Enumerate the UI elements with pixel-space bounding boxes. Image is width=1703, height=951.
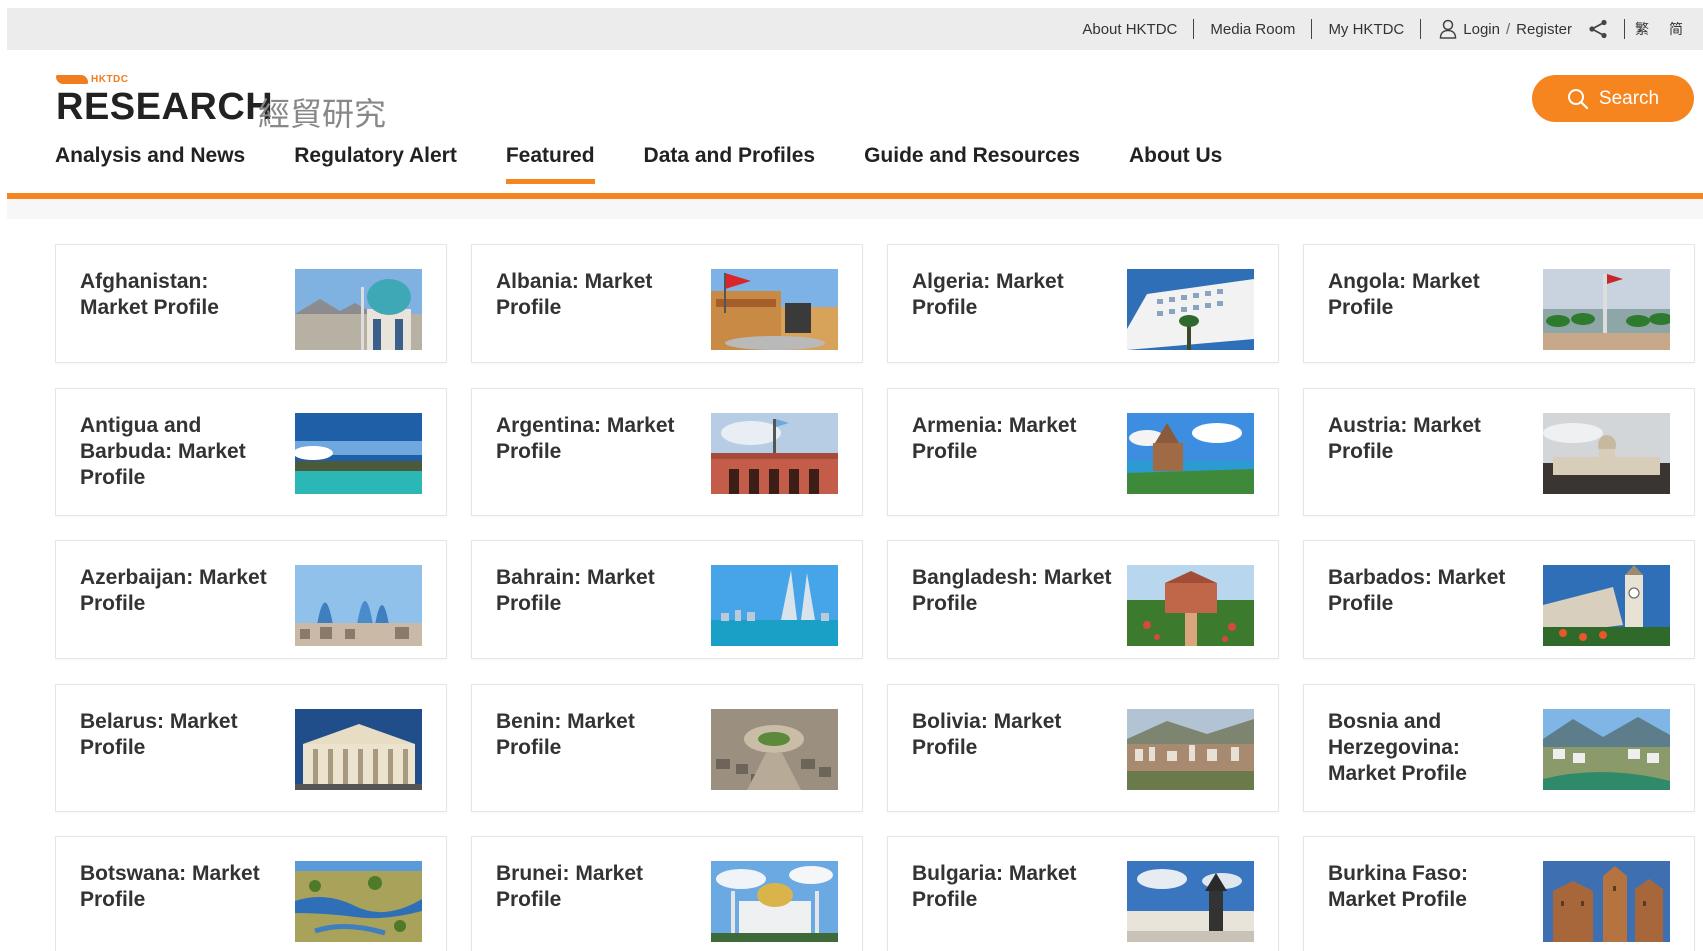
market-profile-card[interactable]: Benin: Market Profile [471, 684, 863, 812]
lang-simplified-chinese[interactable]: 简 [1659, 19, 1693, 39]
market-profile-thumbnail[interactable] [295, 709, 422, 790]
share-button[interactable] [1582, 19, 1624, 39]
media-room-link[interactable]: Media Room [1194, 21, 1311, 38]
hktdc-research-logo[interactable]: HKTDC RESEARCH 經貿研究 [56, 74, 396, 133]
market-profile-title[interactable]: Belarus: Market Profile [80, 709, 280, 761]
market-profile-thumbnail[interactable] [295, 269, 422, 350]
search-label: Search [1598, 87, 1660, 109]
market-profile-card[interactable]: Albania: Market Profile [471, 244, 863, 363]
market-profile-title[interactable]: Austria: Market Profile [1328, 413, 1528, 465]
nav-analysis-and-news[interactable]: Analysis and News [55, 144, 245, 188]
market-profile-thumbnail[interactable] [1127, 709, 1254, 790]
market-profile-thumbnail[interactable] [1127, 413, 1254, 494]
login-separator: / [1505, 20, 1511, 38]
market-profile-thumbnail[interactable] [711, 861, 838, 942]
market-profile-title[interactable]: Bahrain: Market Profile [496, 565, 696, 617]
market-profile-card[interactable]: Burkina Faso: Market Profile [1303, 836, 1695, 951]
market-profile-card[interactable]: Azerbaijan: Market Profile [55, 540, 447, 659]
research-logo-text: RESEARCH [56, 86, 274, 128]
market-profile-card[interactable]: Armenia: Market Profile [887, 388, 1279, 516]
market-profile-card[interactable]: Barbados: Market Profile [1303, 540, 1695, 659]
market-profile-thumbnail[interactable] [1543, 269, 1670, 350]
hktdc-mark: HKTDC [56, 74, 129, 85]
market-profile-card[interactable]: Algeria: Market Profile [887, 244, 1279, 363]
market-profile-thumbnail[interactable] [711, 413, 838, 494]
nav-about-us[interactable]: About Us [1129, 144, 1222, 188]
nav-featured[interactable]: Featured [505, 144, 595, 188]
market-profile-title[interactable]: Albania: Market Profile [496, 269, 696, 321]
market-profile-title[interactable]: Barbados: Market Profile [1328, 565, 1528, 617]
hktdc-flag-icon [56, 75, 88, 84]
market-profile-title[interactable]: Azerbaijan: Market Profile [80, 565, 280, 617]
register-link[interactable]: Register [1516, 21, 1572, 38]
market-profile-title[interactable]: Algeria: Market Profile [912, 269, 1112, 321]
chinese-logo-text: 經貿研究 [258, 95, 387, 133]
user-icon [1440, 19, 1457, 39]
market-profile-card[interactable]: Bolivia: Market Profile [887, 684, 1279, 812]
market-profile-title[interactable]: Benin: Market Profile [496, 709, 696, 761]
market-profile-title[interactable]: Afghanistan: Market Profile [80, 269, 280, 321]
market-profile-card[interactable]: Austria: Market Profile [1303, 388, 1695, 516]
hktdc-logo-text: HKTDC [91, 74, 129, 85]
market-profile-card[interactable]: Bosnia and Herzegovina: Market Profile [1303, 684, 1695, 812]
market-profile-title[interactable]: Bangladesh: Market Profile [912, 565, 1112, 617]
market-profile-thumbnail[interactable] [1543, 565, 1670, 646]
login-register: Login / Register [1421, 19, 1582, 39]
market-profile-title[interactable]: Antigua and Barbuda: Market Profile [80, 413, 280, 491]
market-profile-thumbnail[interactable] [711, 565, 838, 646]
market-profile-title[interactable]: Bosnia and Herzegovina: Market Profile [1328, 709, 1528, 787]
market-profile-card[interactable]: Angola: Market Profile [1303, 244, 1695, 363]
market-profile-title[interactable]: Argentina: Market Profile [496, 413, 696, 465]
market-profile-title[interactable]: Angola: Market Profile [1328, 269, 1528, 321]
market-profile-card[interactable]: Argentina: Market Profile [471, 388, 863, 516]
lang-traditional-chinese[interactable]: 繁 [1625, 19, 1659, 39]
nav-guide-and-resources[interactable]: Guide and Resources [864, 144, 1080, 188]
market-profile-thumbnail[interactable] [711, 709, 838, 790]
market-profile-grid: Afghanistan: Market Profile Albania: Mark… [55, 244, 1703, 951]
market-profile-thumbnail[interactable] [295, 861, 422, 942]
market-profile-card[interactable]: Bahrain: Market Profile [471, 540, 863, 659]
market-profile-card[interactable]: Antigua and Barbuda: Market Profile [55, 388, 447, 516]
market-profile-thumbnail[interactable] [295, 413, 422, 494]
market-profile-thumbnail[interactable] [711, 269, 838, 350]
market-profile-thumbnail[interactable] [295, 565, 422, 646]
about-hktdc-link[interactable]: About HKTDC [1066, 21, 1193, 38]
market-profile-card[interactable]: Bangladesh: Market Profile [887, 540, 1279, 659]
market-profile-title[interactable]: Botswana: Market Profile [80, 861, 280, 913]
nav-data-and-profiles[interactable]: Data and Profiles [644, 144, 816, 188]
market-profile-thumbnail[interactable] [1543, 861, 1670, 942]
market-profile-title[interactable]: Bolivia: Market Profile [912, 709, 1112, 761]
market-profile-title[interactable]: Burkina Faso: Market Profile [1328, 861, 1528, 913]
main-nav: Analysis and News Regulatory Alert Featu… [55, 144, 1222, 188]
login-link[interactable]: Login [1463, 21, 1500, 38]
utility-bar: About HKTDC Media Room My HKTDC Login / … [7, 8, 1703, 50]
nav-shadow [7, 199, 1703, 219]
nav-regulatory-alert[interactable]: Regulatory Alert [294, 144, 457, 188]
my-hktdc-link[interactable]: My HKTDC [1312, 21, 1420, 38]
market-profile-card[interactable]: Bulgaria: Market Profile [887, 836, 1279, 951]
market-profile-card[interactable]: Afghanistan: Market Profile [55, 244, 447, 363]
market-profile-thumbnail[interactable] [1127, 861, 1254, 942]
market-profile-card[interactable]: Botswana: Market Profile [55, 836, 447, 951]
market-profile-title[interactable]: Brunei: Market Profile [496, 861, 696, 913]
market-profile-thumbnail[interactable] [1543, 413, 1670, 494]
search-icon [1567, 88, 1588, 109]
search-button[interactable]: Search [1532, 75, 1694, 122]
market-profile-thumbnail[interactable] [1543, 709, 1670, 790]
share-icon [1589, 19, 1607, 39]
market-profile-card[interactable]: Belarus: Market Profile [55, 684, 447, 812]
market-profile-title[interactable]: Armenia: Market Profile [912, 413, 1112, 465]
market-profile-thumbnail[interactable] [1127, 565, 1254, 646]
market-profile-thumbnail[interactable] [1127, 269, 1254, 350]
market-profile-card[interactable]: Brunei: Market Profile [471, 836, 863, 951]
market-profile-title[interactable]: Bulgaria: Market Profile [912, 861, 1112, 913]
